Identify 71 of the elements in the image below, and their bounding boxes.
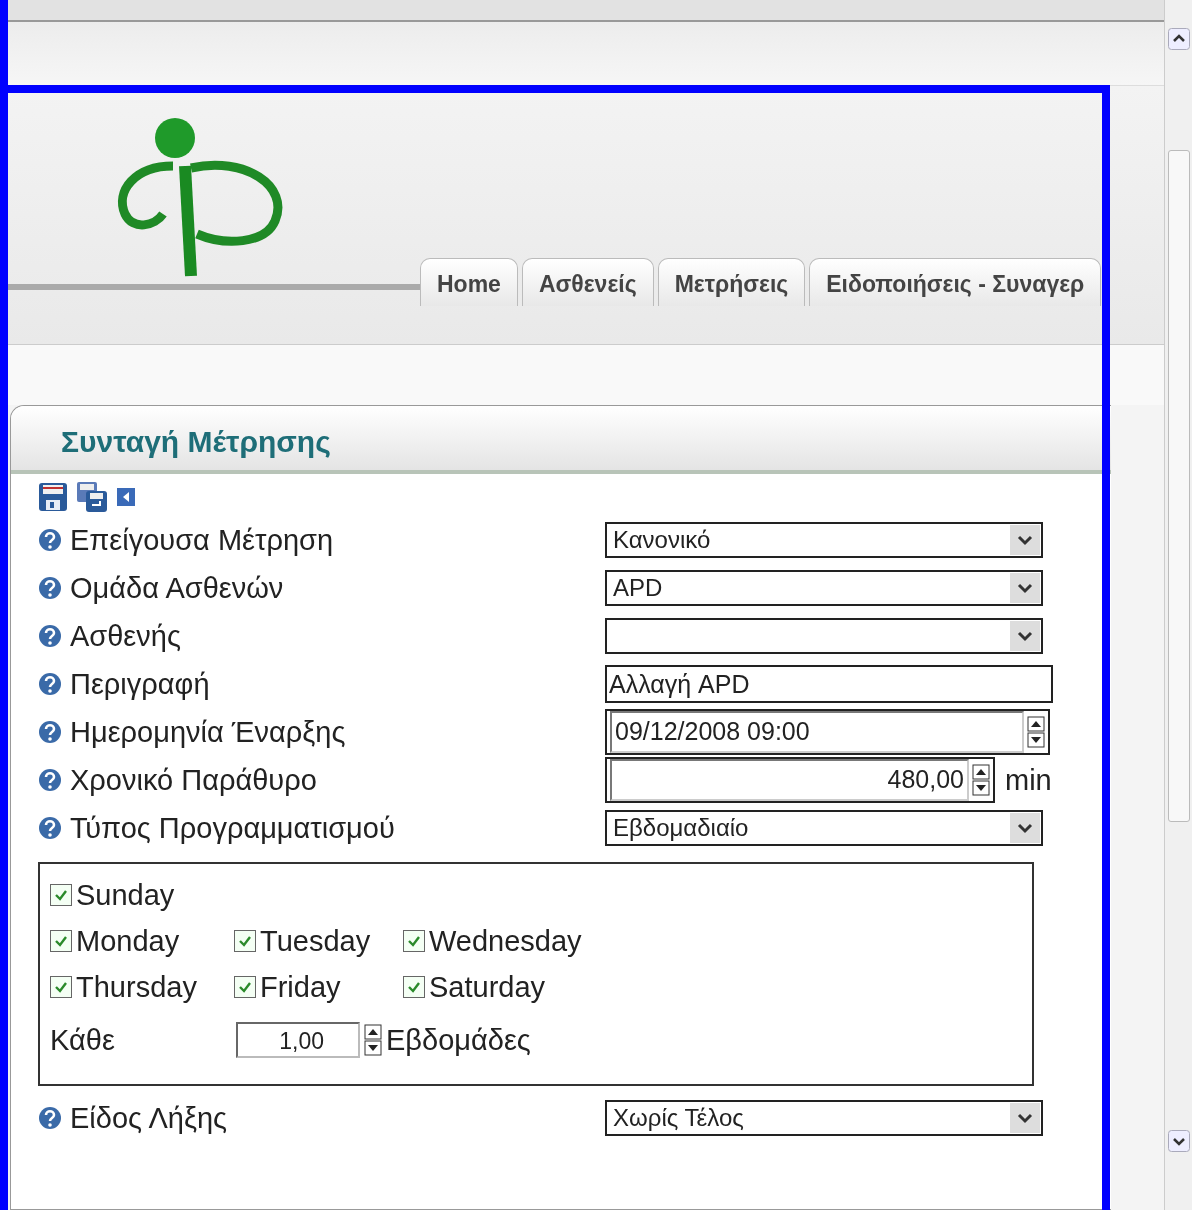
- spin-up-icon[interactable]: [364, 1024, 382, 1040]
- scrollbar[interactable]: [1164, 0, 1192, 1210]
- help-icon[interactable]: [38, 672, 62, 696]
- chevron-down-icon: [1017, 1112, 1033, 1124]
- back-icon[interactable]: [116, 487, 136, 507]
- dropdown[interactable]: Χωρίς Τέλος: [605, 1100, 1043, 1136]
- checkbox[interactable]: [403, 976, 425, 998]
- field-label: Τύπος Προγραμματισμού: [70, 811, 395, 845]
- spin-down-icon[interactable]: [972, 780, 990, 796]
- check-icon: [238, 934, 252, 948]
- help-icon[interactable]: [38, 816, 62, 840]
- field-label: Επείγουσα Μέτρηση: [70, 523, 334, 557]
- nav-tab[interactable]: Ειδοποιήσεις - Συναγερ: [809, 258, 1102, 306]
- checkbox[interactable]: [234, 976, 256, 998]
- nav-tab[interactable]: Home: [420, 258, 518, 306]
- day-label: Friday: [260, 970, 341, 1004]
- field-label: Χρονικό Παράθυρο: [70, 763, 317, 797]
- spin-up-icon[interactable]: [1027, 716, 1045, 732]
- check-icon: [238, 980, 252, 994]
- nav-tab[interactable]: Ασθενείς: [521, 258, 654, 306]
- save-icon[interactable]: [38, 482, 68, 512]
- day-label: Tuesday: [260, 924, 371, 958]
- nav-tab[interactable]: Μετρήσεις: [657, 258, 806, 306]
- day-label: Saturday: [429, 970, 546, 1004]
- checkbox[interactable]: [50, 930, 72, 952]
- dropdown[interactable]: APD: [605, 570, 1043, 606]
- field-label: Περιγραφή: [70, 667, 210, 701]
- scroll-down-icon[interactable]: [1167, 1130, 1190, 1152]
- day-label: Monday: [76, 924, 180, 958]
- date-field[interactable]: 09/12/2008 09:00: [610, 711, 1024, 753]
- checkbox[interactable]: [234, 930, 256, 952]
- panel-header: Συνταγή Μέτρησης: [11, 406, 1111, 474]
- help-icon[interactable]: [38, 1106, 62, 1130]
- help-icon[interactable]: [38, 528, 62, 552]
- spin-up-icon[interactable]: [972, 764, 990, 780]
- check-icon: [54, 980, 68, 994]
- save-copy-icon[interactable]: [76, 481, 108, 513]
- checkbox[interactable]: [403, 930, 425, 952]
- unit-label: min: [1005, 763, 1052, 797]
- check-icon: [407, 980, 421, 994]
- day-label: Wednesday: [429, 924, 582, 958]
- field-label: Ημερομηνία Έναρξης: [70, 715, 346, 749]
- help-icon[interactable]: [38, 720, 62, 744]
- chevron-down-icon: [1017, 630, 1033, 642]
- checkbox[interactable]: [50, 884, 72, 906]
- field-label: Είδος Λήξης: [70, 1101, 228, 1135]
- unit-label: Εβδομάδες: [386, 1023, 531, 1057]
- chevron-down-icon: [1017, 582, 1033, 594]
- help-icon[interactable]: [38, 576, 62, 600]
- chevron-down-icon: [1017, 822, 1033, 834]
- repeat-label: Κάθε: [50, 1023, 116, 1057]
- field-label: Ομάδα Ασθενών: [70, 571, 284, 605]
- checkbox[interactable]: [50, 976, 72, 998]
- number-field[interactable]: 480,00: [610, 759, 969, 801]
- day-label: Sunday: [76, 878, 175, 912]
- spin-down-icon[interactable]: [1027, 732, 1045, 748]
- number-field[interactable]: 1,00: [236, 1022, 360, 1058]
- text-field[interactable]: Αλλαγή APD: [605, 665, 1053, 703]
- dropdown[interactable]: Εβδομαδιαίο: [605, 810, 1043, 846]
- scroll-up-icon[interactable]: [1167, 28, 1190, 50]
- help-icon[interactable]: [38, 768, 62, 792]
- field-label: Ασθενής: [70, 619, 181, 653]
- chevron-down-icon: [1017, 534, 1033, 546]
- check-icon: [54, 888, 68, 902]
- check-icon: [407, 934, 421, 948]
- dropdown[interactable]: [605, 618, 1043, 654]
- spin-down-icon[interactable]: [364, 1040, 382, 1056]
- dropdown[interactable]: Κανονικό: [605, 522, 1043, 558]
- check-icon: [54, 934, 68, 948]
- help-icon[interactable]: [38, 624, 62, 648]
- day-label: Thursday: [76, 970, 197, 1004]
